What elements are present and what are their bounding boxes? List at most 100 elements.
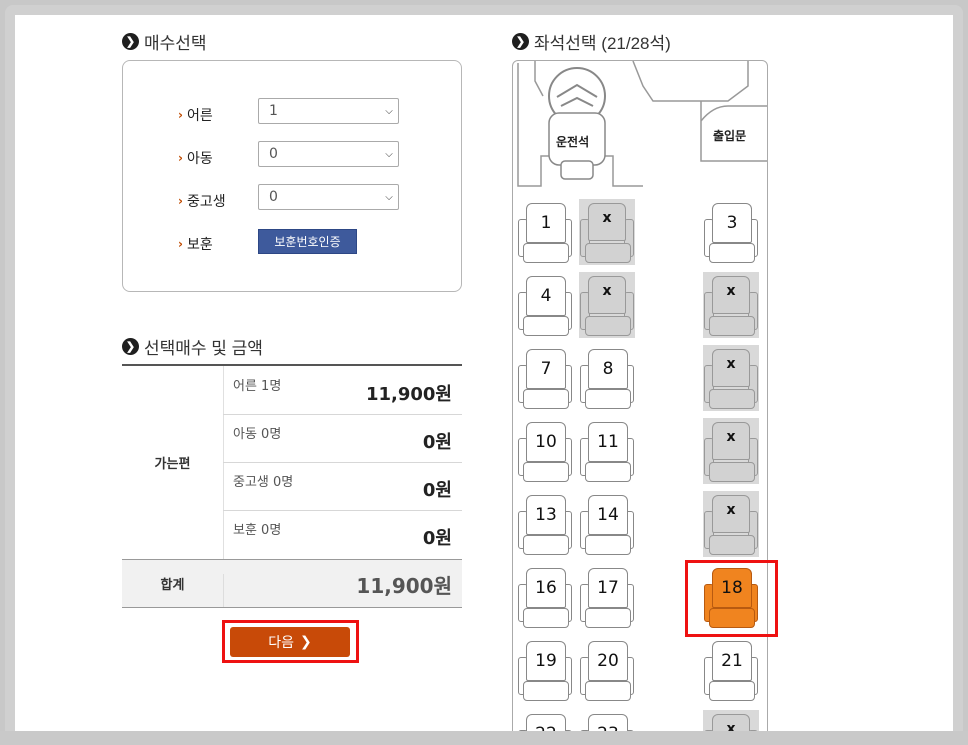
seat-3[interactable]: 4 xyxy=(517,272,573,338)
seat-label: 4 xyxy=(526,276,566,316)
adult-count-select[interactable]: 1 ⌵ xyxy=(258,98,399,124)
summary-row-veteran: 보훈 0명 0원 xyxy=(223,510,462,558)
seat-label: 17 xyxy=(588,568,628,608)
seat-cushion xyxy=(709,243,755,263)
chevron-right-icon: ❯ xyxy=(512,33,529,50)
seat-14: x xyxy=(703,491,759,557)
seat-label: 16 xyxy=(526,568,566,608)
seat-label: 8 xyxy=(588,349,628,389)
seat-21[interactable]: 22 xyxy=(517,710,573,731)
seat-4: x xyxy=(579,272,635,338)
seat-8: x xyxy=(703,345,759,411)
summary-row-student: 중고생 0명 0원 xyxy=(223,462,462,511)
seat-16[interactable]: 17 xyxy=(579,564,635,630)
seat-label: x xyxy=(712,349,750,387)
seat-cushion xyxy=(585,681,631,701)
door-label: 출입문 xyxy=(713,129,747,143)
driver-seat-label: 운전석 xyxy=(556,135,590,149)
seat-13[interactable]: 14 xyxy=(579,491,635,557)
total-amount: 11,900원 xyxy=(356,574,452,598)
seat-cushion xyxy=(523,389,569,409)
seat-0[interactable]: 1 xyxy=(517,199,573,265)
summary-row-adult: 어른 1명 11,900원 xyxy=(223,366,462,415)
seat-label: 13 xyxy=(526,495,566,535)
chevron-down-icon: ⌵ xyxy=(385,148,393,160)
summary-label: 보훈 0명 xyxy=(233,523,282,538)
count-row-veteran: › 보훈 xyxy=(178,234,213,254)
next-button[interactable]: 다음 ❯ xyxy=(230,627,350,657)
booking-panel: ❯ 매수선택 › 어른 1 ⌵ › 아동 0 ⌵ › 중고생 0 ⌵ › 보훈 … xyxy=(15,15,953,731)
count-label-veteran: 보훈 xyxy=(186,237,213,253)
summary-title: ❯ 선택매수 및 금액 xyxy=(122,334,263,359)
chevron-right-icon: ❯ xyxy=(122,33,139,50)
seat-select-title: ❯ 좌석선택 (21/28석) xyxy=(512,29,671,54)
seat-label: 14 xyxy=(588,495,628,535)
summary-label: 어른 1명 xyxy=(233,379,282,394)
seat-cushion xyxy=(585,316,631,336)
count-row-child: › 아동 xyxy=(178,148,213,168)
seat-label: x xyxy=(712,276,750,314)
chevron-right-icon: ❯ xyxy=(300,634,312,650)
seat-label: 20 xyxy=(588,641,628,681)
seat-cushion xyxy=(709,316,755,336)
summary-amount: 0원 xyxy=(422,480,452,501)
child-count-value: 0 xyxy=(269,146,278,162)
seat-cushion xyxy=(709,535,755,555)
seat-label: x xyxy=(712,422,750,460)
seat-label: x xyxy=(588,276,626,314)
seat-5: x xyxy=(703,272,759,338)
seat-cushion xyxy=(585,389,631,409)
seat-cushion xyxy=(523,681,569,701)
next-button-label: 다음 xyxy=(268,635,295,651)
seat-2[interactable]: 3 xyxy=(703,199,759,265)
seat-19[interactable]: 20 xyxy=(579,637,635,703)
arrow-icon: › xyxy=(178,151,183,165)
summary-amount: 0원 xyxy=(422,528,452,549)
seat-11: x xyxy=(703,418,759,484)
seat-cushion xyxy=(523,608,569,628)
ticket-count-box: › 어른 1 ⌵ › 아동 0 ⌵ › 중고생 0 ⌵ › 보훈 보훈번호인증 xyxy=(122,60,462,292)
seat-9[interactable]: 10 xyxy=(517,418,573,484)
count-row-adult: › 어른 xyxy=(178,105,213,125)
seat-label: x xyxy=(712,495,750,533)
seat-12[interactable]: 13 xyxy=(517,491,573,557)
total-label: 합계 xyxy=(122,574,224,607)
student-count-value: 0 xyxy=(269,189,278,205)
seat-label: 11 xyxy=(588,422,628,462)
seat-20[interactable]: 21 xyxy=(703,637,759,703)
summary-amount: 0원 xyxy=(422,432,452,453)
count-label-child: 아동 xyxy=(186,151,213,167)
count-row-student: › 중고생 xyxy=(178,191,226,211)
next-button-highlight: 다음 ❯ xyxy=(222,620,359,663)
seat-label: 1 xyxy=(526,203,566,243)
seat-cushion xyxy=(585,535,631,555)
seat-cushion xyxy=(585,608,631,628)
seat-15[interactable]: 16 xyxy=(517,564,573,630)
veteran-auth-button[interactable]: 보훈번호인증 xyxy=(258,229,357,254)
summary-row-child: 아동 0명 0원 xyxy=(223,414,462,463)
seat-cushion xyxy=(709,462,755,482)
summary-total-row: 합계 11,900원 xyxy=(122,559,462,608)
seat-22[interactable]: 23 xyxy=(579,710,635,731)
seat-label: 19 xyxy=(526,641,566,681)
chevron-down-icon: ⌵ xyxy=(385,191,393,203)
bottom-strip xyxy=(0,731,968,745)
chevron-right-icon: ❯ xyxy=(122,338,139,355)
seat-cushion xyxy=(585,243,631,263)
ticket-count-title-text: 매수선택 xyxy=(144,34,207,53)
seat-7[interactable]: 8 xyxy=(579,345,635,411)
seat-10[interactable]: 11 xyxy=(579,418,635,484)
arrow-icon: › xyxy=(178,194,183,208)
student-count-select[interactable]: 0 ⌵ xyxy=(258,184,399,210)
seat-label: x xyxy=(588,203,626,241)
seat-label: 3 xyxy=(712,203,752,243)
child-count-select[interactable]: 0 ⌵ xyxy=(258,141,399,167)
seat-23: x xyxy=(703,710,759,731)
selected-seat-highlight xyxy=(685,560,778,637)
seat-label: 21 xyxy=(712,641,752,681)
seat-18[interactable]: 19 xyxy=(517,637,573,703)
ticket-count-title: ❯ 매수선택 xyxy=(122,29,207,54)
seat-6[interactable]: 7 xyxy=(517,345,573,411)
summary-amount: 11,900원 xyxy=(365,384,452,405)
seat-cushion xyxy=(523,462,569,482)
